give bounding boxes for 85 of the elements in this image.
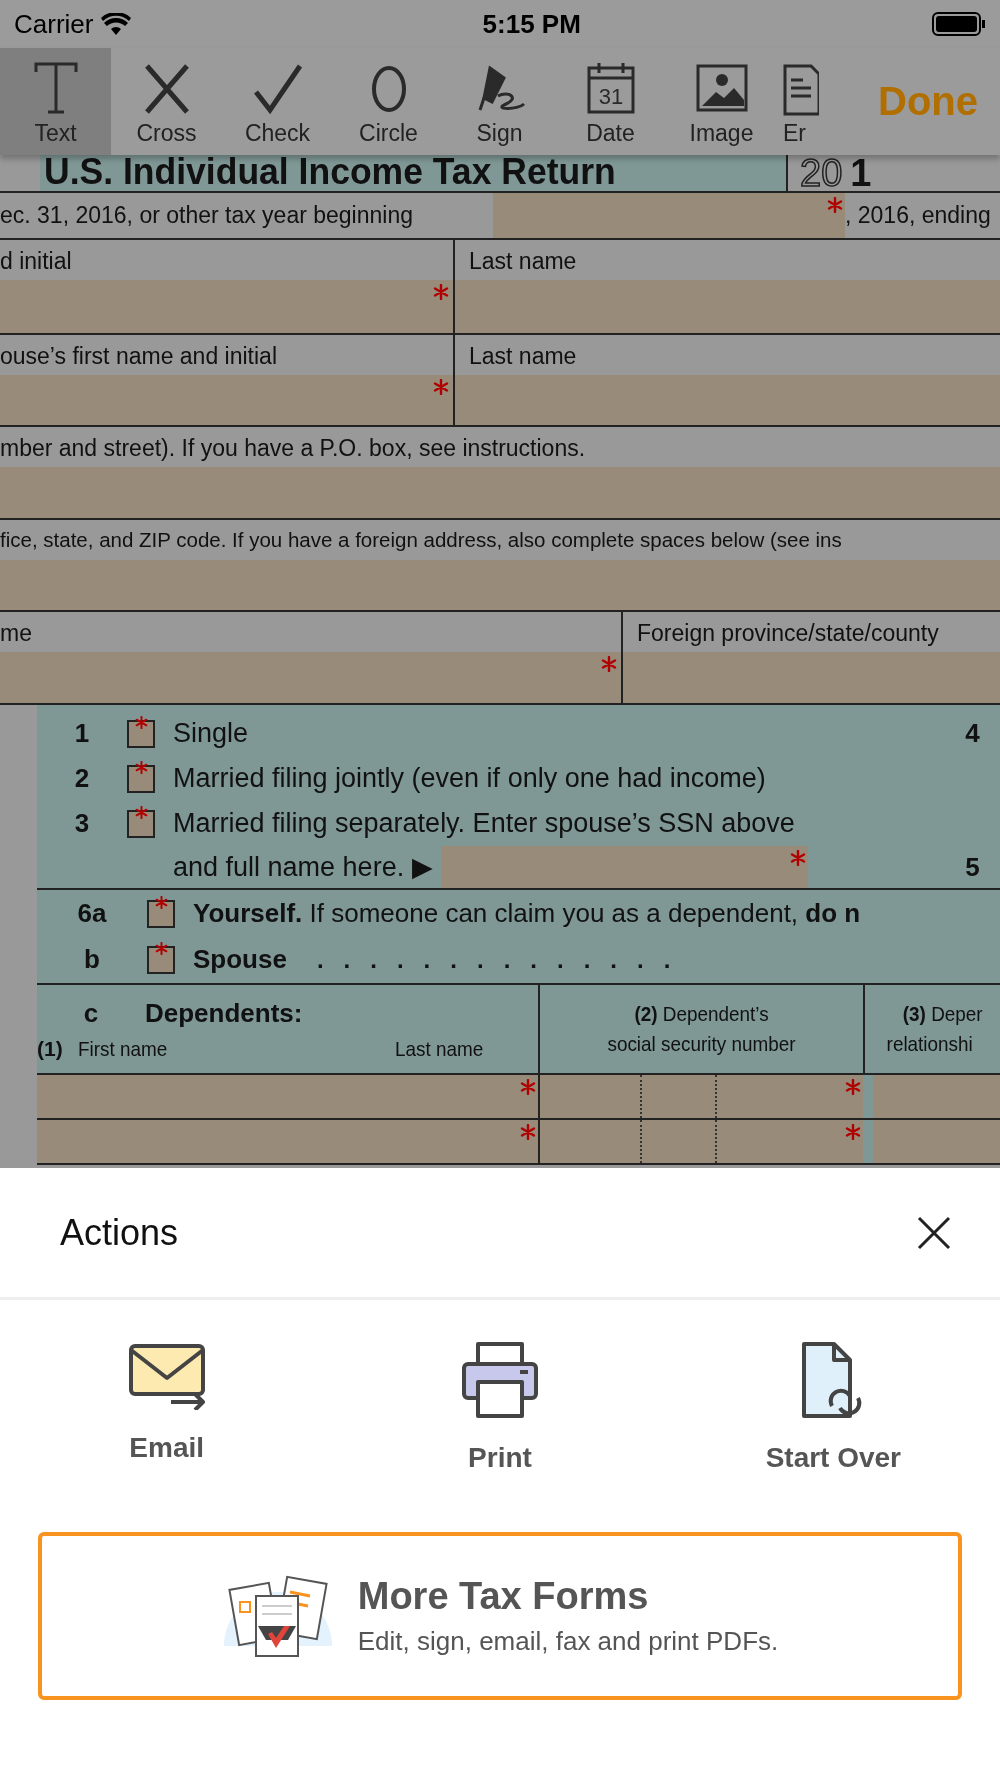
option-label: Married filing separately. Enter spouse’s SSN above bbox=[173, 808, 796, 839]
column-header: (2) Dependent’s bbox=[634, 1002, 769, 1026]
wifi-icon bbox=[101, 13, 132, 35]
line-number: 3 bbox=[73, 808, 91, 839]
action-button[interactable]: Print bbox=[333, 1340, 667, 1474]
line-number: 2 bbox=[73, 763, 91, 794]
asterisk-icon bbox=[155, 895, 168, 909]
leader-dots: . . . . . . . . . . . . . . bbox=[316, 945, 671, 974]
option-label: Yourself. If someone can claim you as a dependent, do n bbox=[193, 898, 861, 929]
checkbox[interactable] bbox=[147, 899, 175, 928]
form-field[interactable] bbox=[0, 560, 1000, 610]
tool-button[interactable]: Image bbox=[666, 48, 777, 155]
form-field[interactable] bbox=[37, 1120, 538, 1163]
form-field[interactable] bbox=[873, 1120, 1000, 1163]
column-number: (1) bbox=[37, 1036, 63, 1061]
field-label: mber and street). If you have a P.O. box, see instructions. bbox=[0, 434, 587, 463]
tool-button[interactable]: Circle bbox=[333, 48, 444, 155]
form-field[interactable] bbox=[623, 652, 1000, 703]
asterisk-icon bbox=[135, 805, 148, 819]
form-field[interactable] bbox=[0, 280, 453, 333]
form-field[interactable] bbox=[440, 846, 808, 888]
form-field[interactable] bbox=[455, 375, 1000, 425]
field-label: me bbox=[0, 619, 33, 648]
form-field[interactable] bbox=[538, 1120, 863, 1163]
option-label: Married filing jointly (even if only one had income) bbox=[173, 763, 767, 794]
tool-button[interactable]: Check bbox=[222, 48, 333, 155]
column-header: relationshi bbox=[885, 1032, 974, 1056]
promo-subtitle: Edit, sign, email, fax and print PDFs. bbox=[357, 1626, 779, 1657]
tool-button[interactable]: Sign bbox=[444, 48, 555, 155]
option-label: Spouse bbox=[193, 944, 287, 975]
form-field[interactable] bbox=[0, 467, 1000, 518]
tax-year: 20 bbox=[800, 155, 843, 192]
option-label: and full name here. ▶ bbox=[173, 851, 433, 883]
asterisk-icon bbox=[155, 941, 168, 955]
field-label: ouse’s first name and initial bbox=[0, 342, 278, 371]
form-field[interactable] bbox=[493, 193, 845, 238]
form-field[interactable] bbox=[538, 1075, 863, 1118]
checkbox[interactable] bbox=[127, 809, 155, 838]
field-label: fice, state, and ZIP code. If you have a foreign address, also complete spaces below (see ins bbox=[0, 527, 843, 553]
line-number: 6a bbox=[76, 898, 108, 929]
checkbox[interactable] bbox=[127, 719, 155, 748]
form-title: U.S. Individual Income Tax Return bbox=[44, 155, 616, 191]
line-number: b bbox=[83, 944, 101, 975]
tax-year: 1 bbox=[850, 155, 872, 192]
field-label: ec. 31, 2016, or other tax year beginning bbox=[0, 201, 414, 230]
column-header: social security number bbox=[607, 1032, 796, 1056]
form-field[interactable] bbox=[0, 652, 621, 703]
column-header: First name bbox=[77, 1036, 167, 1061]
section-title: Dependents: bbox=[145, 997, 303, 1029]
line-number: c bbox=[82, 997, 100, 1029]
close-button[interactable] bbox=[916, 1214, 952, 1251]
asterisk-icon bbox=[135, 715, 148, 729]
form-field[interactable] bbox=[455, 280, 1000, 333]
field-label: Last name bbox=[468, 247, 578, 276]
checkbox[interactable] bbox=[127, 764, 155, 793]
tool-button[interactable]: Cross bbox=[111, 48, 222, 155]
form-field[interactable] bbox=[37, 1075, 538, 1118]
close-icon bbox=[916, 1214, 952, 1251]
line-number: 5 bbox=[964, 851, 981, 883]
form-field[interactable] bbox=[873, 1075, 1000, 1118]
asterisk-icon bbox=[789, 850, 806, 866]
tool-button[interactable]: 31 Date bbox=[555, 48, 666, 155]
line-number: 4 bbox=[964, 718, 981, 749]
clock-time: 5:15 PM bbox=[482, 8, 581, 40]
tool-button[interactable]: Text bbox=[0, 48, 111, 155]
checkbox[interactable] bbox=[147, 945, 175, 974]
column-header: (3) Deper bbox=[901, 1002, 984, 1026]
action-button[interactable]: Start Over bbox=[666, 1340, 1000, 1474]
field-label: , 2016, ending bbox=[845, 201, 991, 230]
field-label: Foreign province/state/county bbox=[636, 619, 940, 648]
carrier-name: Carrier bbox=[14, 8, 94, 40]
tool-button[interactable]: Er bbox=[777, 48, 827, 155]
sheet-title: Actions bbox=[60, 1211, 179, 1254]
form-field[interactable] bbox=[0, 375, 453, 425]
asterisk-icon bbox=[135, 760, 148, 774]
column-header: Last name bbox=[394, 1036, 484, 1061]
promo-card[interactable]: More Tax Forms Edit, sign, email, fax and print PDFs. bbox=[38, 1532, 962, 1700]
field-label: d initial bbox=[0, 247, 73, 276]
line-number: 1 bbox=[73, 718, 91, 749]
printer-icon bbox=[460, 1340, 540, 1420]
option-label: Single bbox=[173, 718, 250, 749]
action-button[interactable]: Email bbox=[0, 1340, 334, 1474]
promo-title: More Tax Forms bbox=[357, 1575, 649, 1618]
field-label: Last name bbox=[468, 342, 578, 371]
battery-icon bbox=[932, 12, 986, 36]
